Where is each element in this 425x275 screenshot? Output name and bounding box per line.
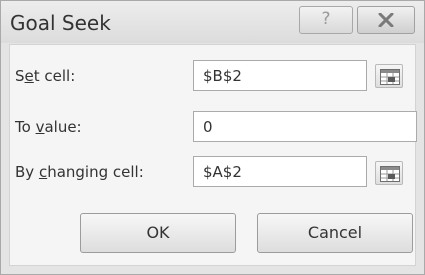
set-cell-label: Set cell: — [15, 67, 76, 85]
range-picker-icon — [380, 166, 400, 182]
help-button[interactable]: ? — [299, 6, 353, 34]
to-value-label: To value: — [15, 118, 82, 136]
ok-button[interactable]: OK — [80, 213, 236, 253]
close-button[interactable] — [357, 6, 415, 34]
cancel-button[interactable]: Cancel — [257, 213, 413, 253]
title-bar: Goal Seek ? — [1, 1, 424, 43]
close-icon — [378, 13, 394, 27]
dialog-title: Goal Seek — [10, 11, 111, 35]
to-value-input[interactable]: 0 — [193, 111, 417, 142]
set-cell-input[interactable]: $B$2 — [193, 60, 367, 91]
help-icon: ? — [321, 9, 331, 29]
by-changing-cell-picker-button[interactable] — [375, 161, 403, 185]
by-changing-cell-label: By changing cell: — [15, 163, 144, 181]
by-changing-cell-input[interactable]: $A$2 — [193, 156, 367, 187]
range-picker-icon — [380, 69, 400, 85]
set-cell-picker-button[interactable] — [375, 64, 403, 88]
goal-seek-dialog: Goal Seek ? Set cell: $B$2 To value: 0 B… — [0, 0, 425, 275]
